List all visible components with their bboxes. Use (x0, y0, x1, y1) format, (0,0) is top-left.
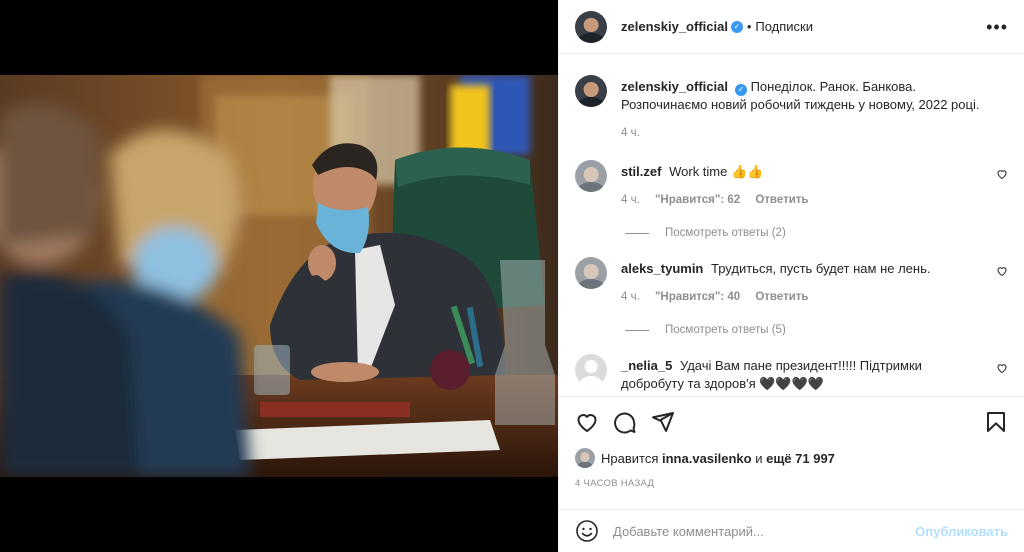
replies-divider-line (625, 329, 649, 331)
verified-badge-icon: ✓ (730, 20, 743, 33)
view-replies-button[interactable]: Посмотреть ответы (2) (625, 227, 1008, 239)
caption-age[interactable]: 4 ч. (621, 127, 640, 139)
post-photo[interactable] (0, 75, 558, 477)
comment-likes-count[interactable]: "Нравится": 62 (655, 194, 740, 206)
comment-like-heart-icon[interactable] (996, 168, 1008, 180)
follow-status-button[interactable]: Подписки (755, 19, 813, 34)
comment-bubble-icon[interactable] (613, 410, 637, 434)
caption-text-line1: Понеділок. Ранок. Банкова. (750, 79, 917, 94)
likes-middle: и (755, 450, 763, 466)
comment-item: _nelia_5 Удачі Вам пане президент!!!!! П… (575, 354, 1008, 393)
commenter-username[interactable]: aleks_tyumin (621, 261, 703, 276)
commenter-username[interactable]: _nelia_5 (621, 358, 672, 373)
photo-illustration (0, 75, 558, 477)
caption-author-username[interactable]: zelenskiy_official (621, 79, 728, 94)
share-paper-plane-icon[interactable] (651, 410, 675, 434)
view-replies-label: Посмотреть ответы (2) (665, 227, 786, 239)
commenter-avatar[interactable] (575, 354, 607, 386)
comment-text: Work time 👍👍 (669, 164, 764, 179)
comment-likes-count[interactable]: "Нравится": 40 (655, 291, 740, 303)
view-replies-label: Посмотреть ответы (5) (665, 324, 786, 336)
likes-prefix: Нравится (601, 450, 659, 466)
liker-avatar[interactable] (575, 448, 595, 468)
save-bookmark-icon[interactable] (984, 410, 1008, 434)
comment-like-heart-icon[interactable] (996, 362, 1008, 374)
post-actions-bar (559, 396, 1024, 446)
post-timestamp[interactable]: 4 ЧАСОВ НАЗАД (575, 478, 654, 489)
instagram-post-modal: zelenskiy_official ✓ • Подписки ••• zele… (0, 0, 1024, 552)
comment-input[interactable] (613, 523, 916, 539)
view-replies-button[interactable]: Посмотреть ответы (5) (625, 324, 1008, 336)
commenter-avatar[interactable] (575, 160, 607, 192)
comment-item: aleks_tyumin Трудиться, пусть будет нам … (575, 257, 1008, 306)
comment-like-heart-icon[interactable] (996, 265, 1008, 277)
publish-button[interactable]: Опубликовать (915, 524, 1008, 539)
comment-item: stil.zef Work time 👍👍 4 ч. "Нравится": 6… (575, 160, 1008, 209)
emoji-picker-icon[interactable] (575, 519, 599, 543)
likes-summary: Нравится inna.vasilenko и ещё 71 997 (575, 448, 1008, 468)
post-caption: zelenskiy_official ✓ Понеділок. Ранок. Ба… (575, 75, 1008, 142)
verified-badge-icon: ✓ (734, 84, 747, 96)
post-panel: zelenskiy_official ✓ • Подписки ••• zele… (558, 0, 1024, 552)
reply-button[interactable]: Ответить (755, 194, 808, 206)
comments-list[interactable]: zelenskiy_official ✓ Понеділок. Ранок. Ба… (559, 55, 1024, 395)
post-header: zelenskiy_official ✓ • Подписки ••• (559, 0, 1024, 54)
author-avatar[interactable] (575, 10, 607, 43)
like-heart-icon[interactable] (575, 410, 599, 434)
caption-author-avatar[interactable] (575, 75, 607, 107)
comment-age[interactable]: 4 ч. (621, 291, 640, 303)
replies-divider-line (625, 232, 649, 234)
commenter-avatar[interactable] (575, 257, 607, 289)
likes-count-button[interactable]: ещё 71 997 (766, 451, 835, 466)
comment-age[interactable]: 4 ч. (621, 194, 640, 206)
more-options-icon[interactable]: ••• (986, 18, 1008, 36)
liker-username[interactable]: inna.vasilenko (662, 451, 752, 466)
author-username[interactable]: zelenskiy_official (621, 19, 728, 34)
reply-button[interactable]: Ответить (755, 291, 808, 303)
commenter-username[interactable]: stil.zef (621, 164, 661, 179)
comment-text: Трудиться, пусть будет нам не лень. (711, 261, 931, 276)
separator-dot: • (746, 19, 752, 34)
caption-text-line2: Розпочинаємо новий робочий тиждень у нов… (621, 97, 980, 112)
add-comment-form: Опубликовать (559, 509, 1024, 552)
post-media (0, 0, 558, 552)
